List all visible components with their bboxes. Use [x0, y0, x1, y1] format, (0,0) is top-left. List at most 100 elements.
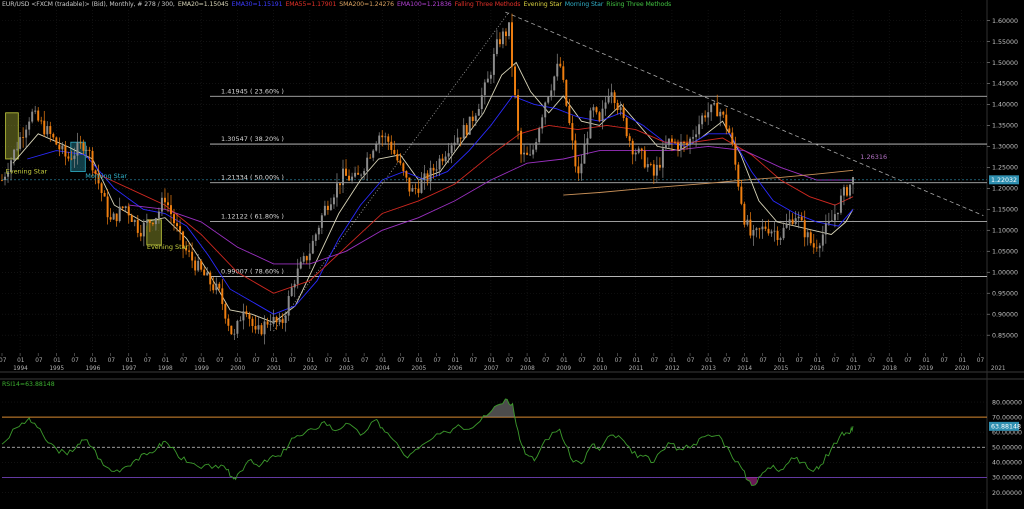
month-label: 01 — [53, 358, 61, 364]
candle-body — [643, 150, 646, 168]
candle-body — [124, 206, 127, 209]
candle-body — [332, 197, 335, 205]
candle-body — [429, 167, 432, 182]
year-label: 1998 — [158, 366, 173, 372]
candle-body — [378, 135, 381, 145]
candle-body — [154, 218, 157, 225]
moving-averages — [12, 61, 854, 324]
candle-body — [73, 155, 76, 159]
candle-body — [544, 102, 547, 118]
year-label: 1996 — [86, 366, 101, 372]
month-label: 01 — [814, 358, 822, 364]
month-label: 07 — [506, 358, 514, 364]
price-tick-label: 1.20000 — [992, 186, 1018, 193]
candle-body — [553, 76, 556, 91]
candle-body — [317, 227, 320, 235]
candle-body — [197, 260, 200, 271]
month-label: 01 — [126, 358, 134, 364]
candle-body — [49, 126, 52, 134]
price-tick-label: 1.05000 — [992, 249, 1018, 256]
month-label: 07 — [252, 358, 260, 364]
year-label: 2008 — [520, 366, 535, 372]
candle-body — [523, 152, 526, 155]
candle-body — [577, 166, 580, 174]
candle-body — [160, 197, 163, 212]
candle-body — [426, 173, 429, 182]
chart-annotation: 1.26316 — [860, 153, 887, 161]
candle-body — [311, 240, 314, 254]
candle-body — [483, 82, 486, 96]
candle-body — [390, 141, 393, 150]
year-label: 2003 — [339, 366, 354, 372]
candle-body — [145, 220, 148, 223]
candle-body — [103, 192, 106, 197]
candle-body — [625, 118, 628, 137]
candle-body — [176, 223, 179, 227]
candle-body — [296, 268, 299, 284]
month-label: 07 — [832, 358, 840, 364]
month-label: 07 — [651, 358, 659, 364]
candle-body — [61, 145, 64, 150]
candle-body — [770, 231, 773, 234]
time-axis: 07 01 1994 07 01 1995 07 01 1996 07 01 1997 07 01 1998… — [0, 353, 1006, 372]
month-label: 07 — [904, 358, 912, 364]
candle-body — [188, 250, 191, 252]
candle-body — [381, 135, 384, 138]
price-tick-label: 1.35000 — [992, 123, 1018, 130]
candle-body — [257, 325, 260, 330]
price-tick-label: 1.15000 — [992, 207, 1018, 214]
candle-body — [517, 94, 520, 131]
candle-body — [121, 206, 124, 209]
month-label: 01 — [560, 358, 568, 364]
candle-body — [148, 220, 151, 223]
candle-body — [462, 125, 465, 139]
candle-body — [779, 238, 782, 240]
candle-body — [320, 215, 323, 228]
candle-body — [414, 188, 417, 189]
month-label: 07 — [361, 358, 369, 364]
month-label: 07 — [941, 358, 949, 364]
candle-body — [504, 31, 507, 37]
candle-body — [622, 107, 625, 119]
candle-body — [849, 184, 851, 196]
trendlines — [273, 11, 984, 332]
month-label: 07 — [542, 358, 550, 364]
year-label: 2021 — [991, 366, 1006, 372]
candle-body — [227, 318, 230, 326]
candle-body — [393, 149, 396, 154]
candle-body — [402, 163, 405, 172]
year-label: 2006 — [448, 366, 463, 372]
candle-body — [251, 318, 254, 327]
candle-body — [290, 287, 293, 296]
candle-body — [70, 158, 73, 160]
candle-body — [767, 228, 770, 234]
price-tick-label: 0.85000 — [992, 333, 1018, 340]
month-label: 01 — [452, 358, 460, 364]
candle-body — [812, 243, 815, 248]
candle-body — [375, 144, 378, 151]
candle-body — [725, 114, 728, 129]
candle-body — [535, 142, 538, 150]
candle-body — [704, 115, 707, 118]
candle-body — [471, 116, 474, 122]
month-label: 07 — [35, 358, 43, 364]
candle-body — [55, 137, 58, 145]
candle-body — [713, 103, 716, 105]
candle-body — [746, 219, 749, 225]
month-label: 01 — [488, 358, 496, 364]
candle-body — [737, 164, 740, 187]
candle-body — [637, 148, 640, 153]
candle-body — [580, 163, 583, 174]
candle-body — [722, 111, 725, 115]
candle-body — [731, 132, 734, 144]
candle-body — [206, 272, 209, 276]
month-label: 01 — [17, 358, 25, 364]
candle-body — [680, 142, 682, 150]
candle-body — [652, 164, 655, 176]
candle-body — [293, 283, 296, 288]
last-price-label: 1.22032 — [991, 177, 1017, 184]
fib-level-label: 1.21334 ( 50.00% ) — [221, 174, 284, 182]
chart-annotation: Morning Star — [85, 172, 127, 180]
candle-body — [689, 138, 692, 146]
candle-body — [411, 188, 414, 192]
